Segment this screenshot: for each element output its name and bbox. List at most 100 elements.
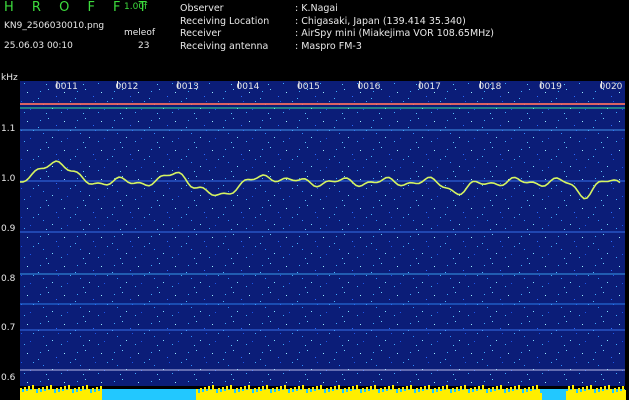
level-bar [454, 392, 456, 400]
level-bar [390, 390, 392, 400]
level-bar [306, 393, 308, 400]
level-bar [598, 392, 600, 400]
level-bar [68, 385, 70, 400]
level-bar [570, 390, 572, 400]
level-bar [248, 385, 250, 400]
y-tick-label: 1.0 [1, 174, 16, 184]
level-bar [382, 392, 384, 400]
level-bar [490, 392, 492, 400]
level-bar [312, 387, 314, 400]
y-tick-label: 0.7 [1, 323, 16, 333]
level-bar [304, 389, 306, 400]
level-bar [500, 385, 502, 400]
level-bar [326, 388, 328, 400]
level-bar [600, 387, 602, 400]
level-bar [42, 387, 44, 400]
level-bar [264, 390, 266, 400]
level-bar [198, 393, 200, 400]
level-bar [276, 387, 278, 400]
level-bar [74, 388, 76, 400]
level-bar [586, 386, 588, 400]
level-bar [466, 389, 468, 400]
level-bar [44, 391, 46, 400]
level-bar [310, 392, 312, 400]
level-bar [400, 392, 402, 400]
level-bar [520, 389, 522, 400]
level-bar [72, 393, 74, 400]
level-bar [78, 387, 80, 400]
level-bar [460, 386, 462, 400]
level-bar [36, 393, 38, 400]
level-bar [54, 393, 56, 400]
level-bar [620, 391, 622, 400]
level-bar [384, 387, 386, 400]
level-bar [474, 387, 476, 400]
level-bar [420, 387, 422, 400]
level-bar [342, 393, 344, 400]
level-bar [610, 389, 612, 400]
level-bar [432, 393, 434, 400]
level-bar [392, 385, 394, 400]
level-bar [344, 388, 346, 400]
level-bar [20, 388, 22, 400]
level-bar [358, 389, 360, 400]
level-bar [48, 390, 50, 400]
level-bar [232, 389, 234, 400]
level-bar [366, 387, 368, 400]
level-bar [212, 385, 214, 400]
level-bar [532, 386, 534, 400]
level-bar [486, 393, 488, 400]
level-bar [504, 393, 506, 400]
level-bar [360, 393, 362, 400]
level-bar [86, 385, 88, 400]
level-bar [396, 393, 398, 400]
level-bar [468, 393, 470, 400]
level-bar [588, 390, 590, 400]
level-bar [482, 385, 484, 400]
level-bar [252, 393, 254, 400]
x-tick-label: 0011 [55, 82, 78, 92]
level-bar [458, 391, 460, 400]
level-bar [246, 390, 248, 400]
level-bar [222, 387, 224, 400]
level-bar [530, 391, 532, 400]
level-bar [536, 385, 538, 400]
level-bar [230, 385, 232, 400]
level-bar [286, 389, 288, 400]
level-bar [596, 388, 598, 400]
x-tick-label: 0019 [539, 82, 562, 92]
level-bar [472, 392, 474, 400]
level-bar [574, 389, 576, 400]
level-bar [590, 385, 592, 400]
level-bar [352, 386, 354, 400]
level-bar [208, 386, 210, 400]
level-bar [386, 391, 388, 400]
level-bar [374, 385, 376, 400]
level-bar [216, 393, 218, 400]
level-bar [316, 386, 318, 400]
level-bar [266, 385, 268, 400]
level-bar [362, 388, 364, 400]
level-bar [378, 393, 380, 400]
level-bar [66, 390, 68, 400]
level-bar [278, 391, 280, 400]
level-bar [356, 385, 358, 400]
level-bar [242, 391, 244, 400]
level-bar [238, 392, 240, 400]
level-bar [336, 390, 338, 400]
level-bar [302, 385, 304, 400]
x-tick-label: 0012 [116, 82, 139, 92]
level-bar [418, 392, 420, 400]
level-bar [94, 392, 96, 400]
level-bar [478, 386, 480, 400]
x-tick-label: 0016 [358, 82, 381, 92]
level-bar [320, 385, 322, 400]
level-bar [22, 392, 24, 400]
level-bar [364, 392, 366, 400]
level-bar [394, 389, 396, 400]
level-bar [236, 388, 238, 400]
level-bar [372, 390, 374, 400]
level-bar [402, 387, 404, 400]
level-bar [38, 388, 40, 400]
level-bar [480, 390, 482, 400]
